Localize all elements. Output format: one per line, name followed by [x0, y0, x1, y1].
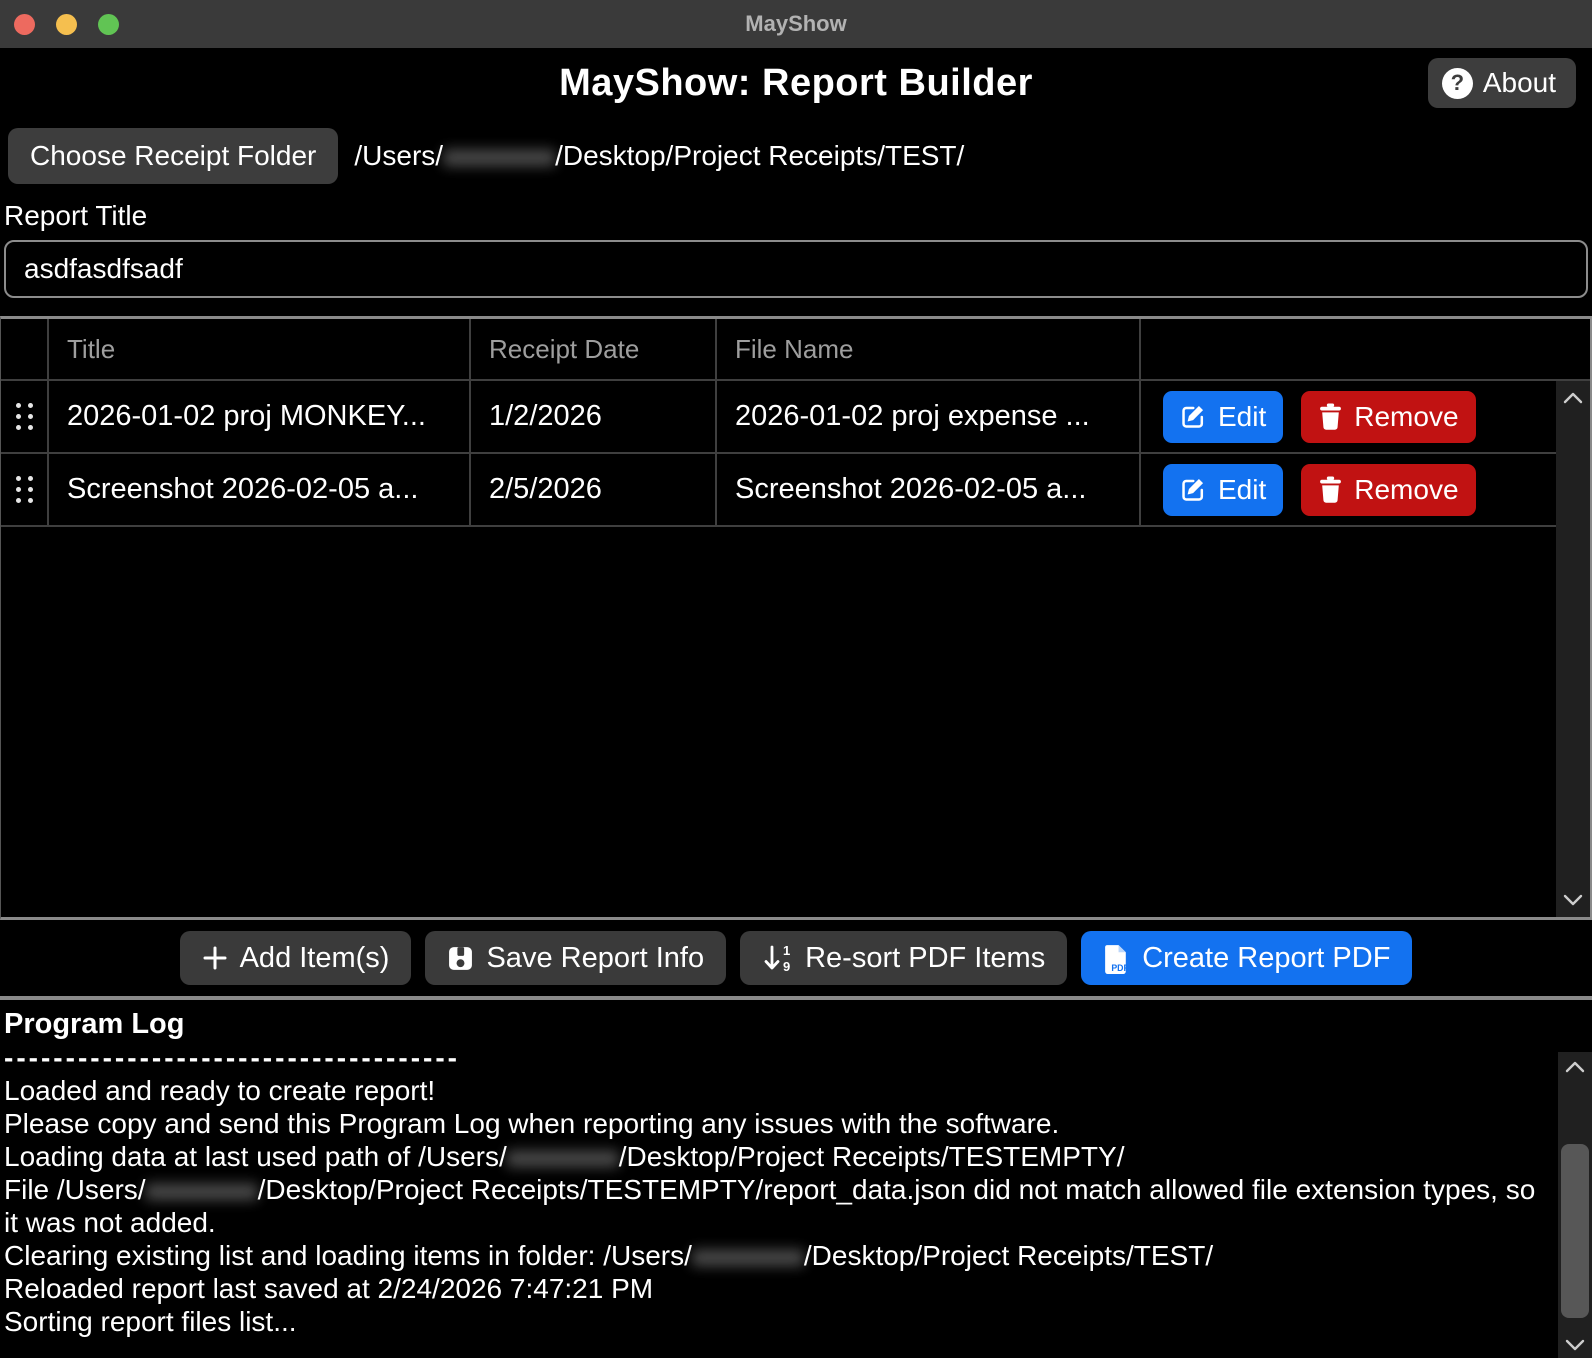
floppy-disk-icon: [447, 945, 474, 972]
column-header-actions: [1141, 319, 1590, 379]
svg-text:PDF: PDF: [1112, 962, 1130, 972]
cell-file-name: 2026-01-02 proj expense ...: [717, 381, 1141, 452]
plus-icon: [202, 945, 228, 971]
create-report-pdf-button[interactable]: PDF Create Report PDF: [1081, 931, 1412, 985]
log-line: Reloaded report last saved at 2/24/2026 …: [4, 1272, 1544, 1305]
redacted-username: xxxxxxxx: [692, 1240, 804, 1271]
chevron-up-icon[interactable]: [1563, 391, 1583, 404]
table-body: 2026-01-02 proj MONKEY... 1/2/2026 2026-…: [1, 381, 1590, 917]
about-button[interactable]: ? About: [1428, 58, 1576, 108]
log-scrollbar-thumb[interactable]: [1561, 1144, 1589, 1318]
chevron-down-icon[interactable]: [1565, 1339, 1585, 1352]
toolbar: Add Item(s) Save Report Info 19 Re-sort …: [0, 920, 1592, 996]
receipt-folder-path: /Users/xxxxxxxx/Desktop/Project Receipts…: [354, 140, 964, 172]
window-titlebar: MayShow: [0, 0, 1592, 48]
about-button-label: About: [1483, 67, 1556, 99]
report-items-table: Title Receipt Date File Name 2026-01-02 …: [0, 316, 1592, 920]
report-title-label: Report Title: [4, 200, 1592, 232]
folder-row: Choose Receipt Folder /Users/xxxxxxxx/De…: [8, 128, 1584, 184]
grip-dots-icon: [16, 403, 33, 430]
log-line: Loading data at last used path of /Users…: [4, 1140, 1544, 1173]
trash-icon: [1318, 476, 1343, 503]
redacted-username: xxxxxxxx: [507, 1141, 619, 1172]
window-title: MayShow: [0, 11, 1592, 37]
svg-text:1: 1: [783, 944, 790, 958]
log-line: File /Users/xxxxxxxx/Desktop/Project Rec…: [4, 1173, 1544, 1239]
remove-button[interactable]: Remove: [1301, 391, 1475, 443]
program-log-heading: Program Log: [4, 1008, 1544, 1041]
sort-numeric-down-icon: 19: [762, 944, 793, 973]
edit-button[interactable]: Edit: [1163, 464, 1283, 516]
svg-text:9: 9: [783, 959, 790, 973]
column-header-handle: [1, 319, 49, 379]
page-title: MayShow: Report Builder: [0, 48, 1592, 105]
table-header: Title Receipt Date File Name: [1, 319, 1590, 381]
pencil-square-icon: [1180, 403, 1207, 430]
program-log: Program Log ----------------------------…: [0, 1000, 1592, 1358]
trash-icon: [1318, 403, 1343, 430]
cell-receipt-date: 1/2/2026: [471, 381, 717, 452]
header: MayShow: Report Builder ? About: [0, 48, 1592, 122]
drag-handle[interactable]: [1, 381, 49, 452]
pencil-square-icon: [1180, 476, 1207, 503]
chevron-up-icon[interactable]: [1565, 1060, 1585, 1073]
table-row: Screenshot 2026-02-05 a... 2/5/2026 Scre…: [1, 454, 1556, 527]
cell-file-name: Screenshot 2026-02-05 a...: [717, 454, 1141, 525]
cell-receipt-date: 2/5/2026: [471, 454, 717, 525]
remove-button[interactable]: Remove: [1301, 464, 1475, 516]
cell-actions: Edit Remove: [1141, 381, 1556, 452]
chevron-down-icon[interactable]: [1563, 894, 1583, 907]
cell-title: 2026-01-02 proj MONKEY...: [49, 381, 471, 452]
table-scrollbar[interactable]: [1556, 381, 1590, 917]
log-line: Please copy and send this Program Log wh…: [4, 1107, 1544, 1140]
log-scrollbar[interactable]: [1558, 1052, 1592, 1358]
log-line: Loaded and ready to create report!: [4, 1074, 1544, 1107]
pdf-file-icon: PDF: [1103, 943, 1130, 974]
save-report-info-button[interactable]: Save Report Info: [425, 931, 726, 985]
report-title-input[interactable]: [4, 240, 1588, 298]
redacted-username: xxxxxxxx: [443, 140, 555, 171]
drag-handle[interactable]: [1, 454, 49, 525]
log-line: Clearing existing list and loading items…: [4, 1239, 1544, 1272]
column-header-title: Title: [49, 319, 471, 379]
log-line: Sorting report files list...: [4, 1305, 1544, 1338]
resort-pdf-items-button[interactable]: 19 Re-sort PDF Items: [740, 931, 1067, 985]
cell-title: Screenshot 2026-02-05 a...: [49, 454, 471, 525]
column-header-file-name: File Name: [717, 319, 1141, 379]
choose-receipt-folder-button[interactable]: Choose Receipt Folder: [8, 128, 338, 184]
question-icon: ?: [1442, 68, 1473, 99]
log-line: -------------------------------------: [4, 1041, 1544, 1074]
grip-dots-icon: [16, 476, 33, 503]
edit-button[interactable]: Edit: [1163, 391, 1283, 443]
add-items-button[interactable]: Add Item(s): [180, 931, 412, 985]
table-row: 2026-01-02 proj MONKEY... 1/2/2026 2026-…: [1, 381, 1556, 454]
column-header-receipt-date: Receipt Date: [471, 319, 717, 379]
redacted-username: xxxxxxxx: [146, 1174, 258, 1205]
cell-actions: Edit Remove: [1141, 454, 1556, 525]
